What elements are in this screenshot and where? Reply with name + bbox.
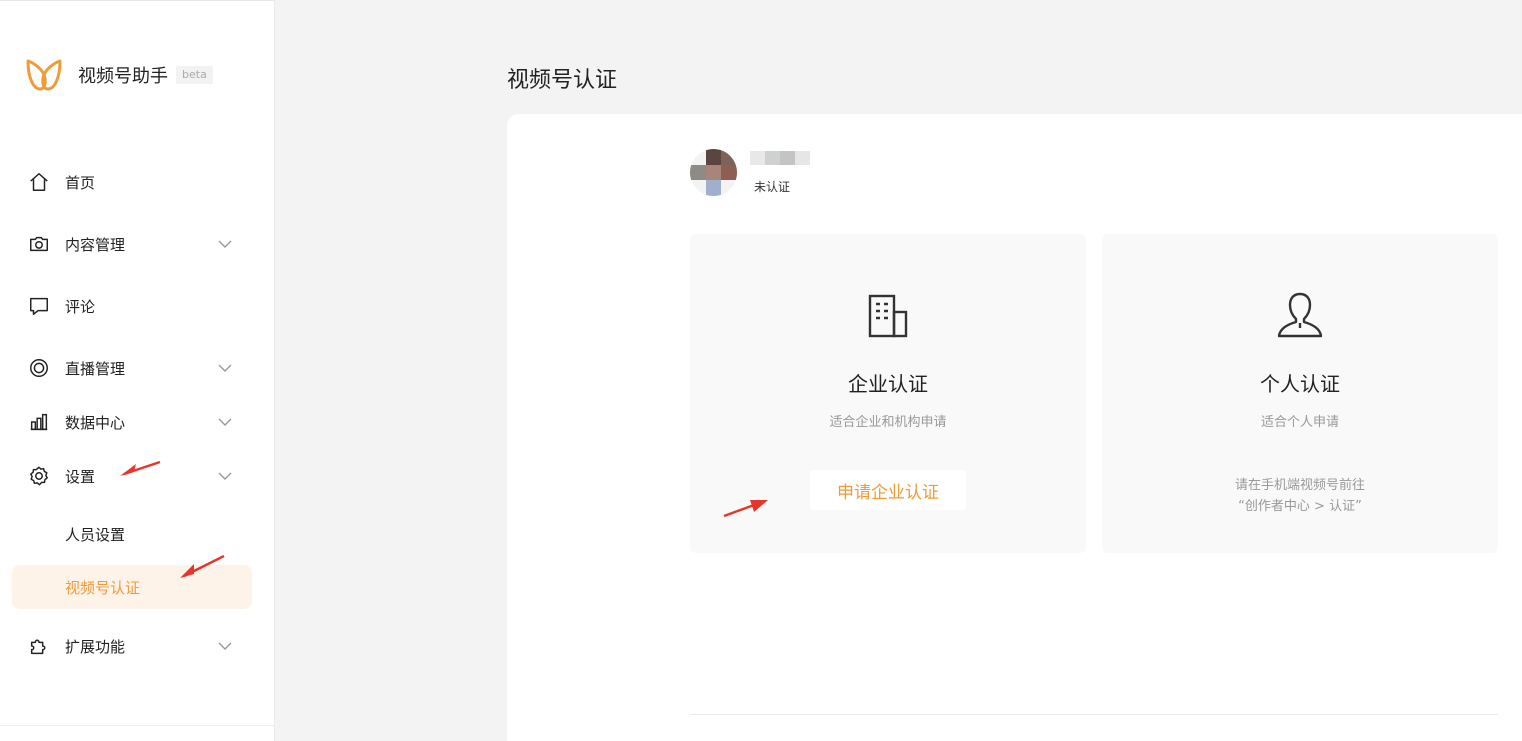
live-icon <box>27 356 51 380</box>
card-subtitle: 适合个人申请 <box>1260 415 1339 430</box>
sidebar-subitem-label: 人员设置 <box>65 525 126 544</box>
card-subtitle: 适合企业和机构申请 <box>829 415 947 430</box>
camera-icon <box>27 232 51 256</box>
sidebar-item-home[interactable]: 首页 <box>0 162 275 202</box>
sidebar-item-label: 内容管理 <box>65 235 126 254</box>
puzzle-icon <box>27 634 51 658</box>
beta-badge: beta <box>176 66 213 84</box>
comment-icon <box>27 294 51 318</box>
building-icon <box>868 294 908 338</box>
app-name: 视频号助手 <box>78 66 168 87</box>
sidebar-item-label: 数据中心 <box>65 413 126 432</box>
chart-icon <box>27 410 51 434</box>
sidebar-subitem-members[interactable]: 人员设置 <box>12 512 252 556</box>
chevron-down-icon <box>218 364 232 372</box>
content-panel: 未认证 企业认证 适合企业和机构申请 申请企业认证 个人认证 适合个人申请 请在… <box>507 114 1522 741</box>
sidebar-item-comments[interactable]: 评论 <box>0 286 275 326</box>
sidebar-item-live[interactable]: 直播管理 <box>0 348 275 388</box>
verification-status: 未认证 <box>754 180 791 194</box>
avatar <box>690 149 737 196</box>
sidebar-item-content[interactable]: 内容管理 <box>0 224 275 264</box>
sidebar-item-extensions[interactable]: 扩展功能 <box>0 626 275 666</box>
sidebar-item-label: 首页 <box>65 173 96 192</box>
logo-icon <box>26 59 62 91</box>
gear-icon <box>27 464 51 488</box>
annotation-arrow <box>180 554 225 578</box>
mobile-hint-line-2: “创作者中心 > 认证” <box>1238 499 1362 514</box>
sidebar-item-label: 直播管理 <box>65 359 126 378</box>
page-title: 视频号认证 <box>507 68 618 93</box>
app-logo[interactable]: 视频号助手 beta <box>24 57 213 93</box>
account-name-redacted <box>750 151 810 165</box>
sidebar-subitem-label: 视频号认证 <box>65 578 141 597</box>
divider <box>0 725 275 726</box>
sidebar-item-label: 设置 <box>65 467 96 486</box>
card-title: 个人认证 <box>1260 372 1340 396</box>
sidebar-item-label: 评论 <box>65 297 96 316</box>
sidebar-item-data[interactable]: 数据中心 <box>0 402 275 442</box>
apply-enterprise-verification-button[interactable]: 申请企业认证 <box>810 470 966 510</box>
chevron-down-icon <box>218 472 232 480</box>
annotation-arrow <box>723 500 768 518</box>
card-title: 企业认证 <box>848 372 928 396</box>
annotation-arrow <box>120 460 161 476</box>
person-icon <box>1277 292 1323 338</box>
chevron-down-icon <box>218 642 232 650</box>
personal-verification-card: 个人认证 适合个人申请 请在手机端视频号前往 “创作者中心 > 认证” <box>1102 234 1498 553</box>
mobile-hint-line-1: 请在手机端视频号前往 <box>1234 478 1365 493</box>
sidebar-item-label: 扩展功能 <box>65 637 126 656</box>
chevron-down-icon <box>218 240 232 248</box>
home-icon <box>27 170 51 194</box>
sidebar: 视频号助手 beta 首页 内容管理 评论 直播管理 数据中心 设置 人员设置 … <box>0 0 275 741</box>
divider <box>690 714 1498 715</box>
chevron-down-icon <box>218 418 232 426</box>
